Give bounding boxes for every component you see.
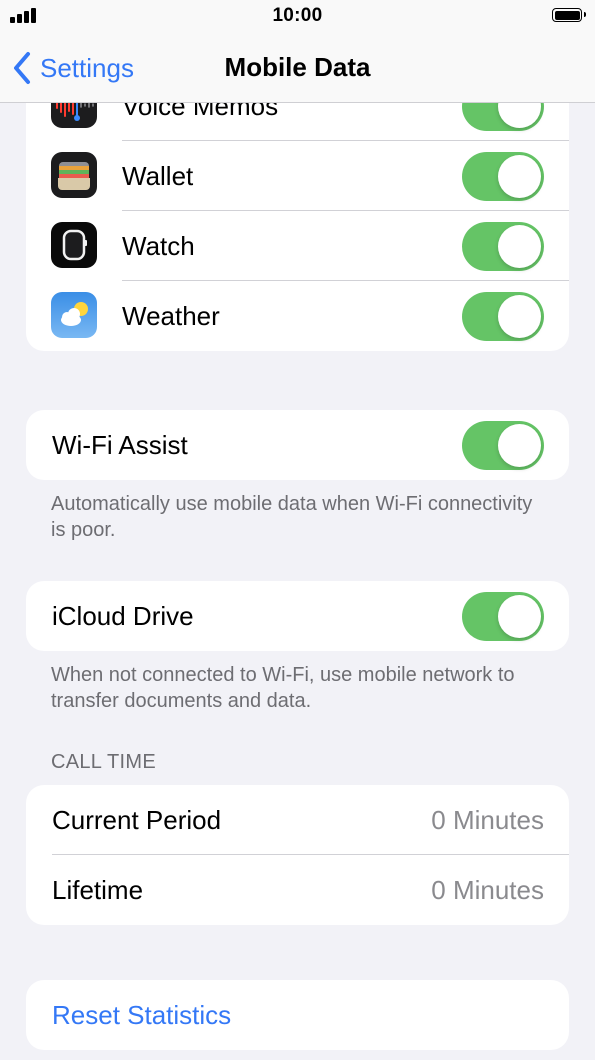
watch-icon (51, 222, 97, 268)
wallet-toggle[interactable] (462, 152, 544, 201)
settings-list[interactable]: Voice Memos Wallet Watch Weather Wi-Fi A… (0, 103, 595, 1060)
back-label: Settings (40, 52, 134, 83)
reset-statistics-label: Reset Statistics (52, 999, 232, 1030)
icloud-drive-toggle[interactable] (462, 592, 544, 641)
battery-icon (552, 8, 586, 22)
app-row-weather: Weather (26, 281, 569, 351)
app-label: Weather (122, 300, 220, 331)
voice-memos-toggle[interactable] (462, 103, 544, 131)
section-header-call-time: CALL TIME (51, 751, 156, 773)
app-row-wallet: Wallet (26, 141, 569, 211)
wifi-assist-toggle[interactable] (462, 421, 544, 470)
status-time: 10:00 (272, 5, 323, 26)
app-row-voice-memos: Voice Memos (26, 103, 569, 141)
app-row-watch: Watch (26, 211, 569, 281)
call-time-row-lifetime: Lifetime 0 Minutes (26, 855, 569, 925)
watch-toggle[interactable] (462, 222, 544, 271)
reset-card: Reset Statistics (26, 980, 569, 1050)
call-time-card: Current Period 0 Minutes Lifetime 0 Minu… (26, 785, 569, 925)
chevron-left-icon (14, 52, 30, 84)
back-button[interactable]: Settings (12, 48, 134, 88)
weather-toggle[interactable] (462, 292, 544, 341)
reset-statistics-button[interactable]: Reset Statistics (26, 980, 569, 1050)
navigation-bar: Settings Mobile Data (0, 34, 595, 103)
call-time-label: Current Period (52, 804, 222, 835)
wifi-assist-card: Wi-Fi Assist (26, 410, 569, 480)
app-label: Watch (122, 230, 195, 261)
app-label: Voice Memos (122, 103, 279, 121)
status-bar: 10:00 (0, 0, 595, 34)
voice-memos-icon (51, 103, 97, 128)
icloud-drive-footnote: When not connected to Wi-Fi, use mobile … (51, 664, 515, 712)
wifi-assist-row: Wi-Fi Assist (26, 410, 569, 480)
wifi-assist-footnote: Automatically use mobile data when Wi-Fi… (51, 493, 533, 541)
app-label: Wallet (122, 160, 194, 191)
weather-icon (51, 292, 97, 338)
call-time-value: 0 Minutes (431, 874, 544, 905)
call-time-row-current-period: Current Period 0 Minutes (26, 785, 569, 855)
apps-card: Voice Memos Wallet Watch Weather (26, 103, 569, 351)
icloud-drive-card: iCloud Drive (26, 581, 569, 651)
wallet-icon (51, 152, 97, 198)
call-time-label: Lifetime (52, 874, 144, 905)
icloud-drive-label: iCloud Drive (52, 600, 194, 631)
icloud-drive-row: iCloud Drive (26, 581, 569, 651)
wifi-assist-label: Wi-Fi Assist (52, 429, 188, 460)
call-time-value: 0 Minutes (431, 804, 544, 835)
